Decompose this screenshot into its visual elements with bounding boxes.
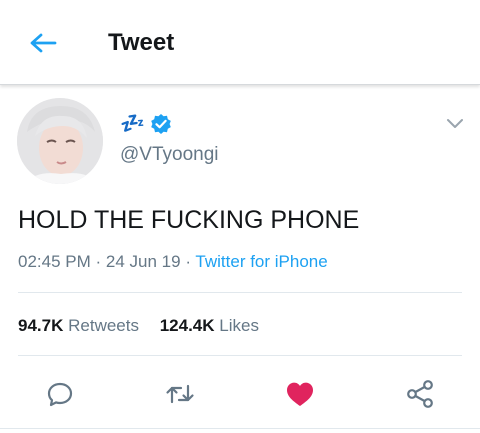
retweets-stat[interactable]: 94.7K Retweets xyxy=(18,315,139,337)
like-icon xyxy=(287,382,313,406)
likes-stat[interactable]: 124.4K Likes xyxy=(160,315,259,337)
retweets-count: 94.7K xyxy=(18,316,64,335)
tweet-text: HOLD THE FUCKING PHONE xyxy=(18,206,360,234)
arrow-left-icon xyxy=(30,33,57,53)
likes-count: 124.4K xyxy=(159,316,215,335)
profile-photo xyxy=(17,98,103,184)
display-name: 💤 xyxy=(120,113,145,135)
chevron-down-icon xyxy=(447,119,463,128)
tweet-source-link[interactable]: Twitter for iPhone xyxy=(195,252,327,271)
retweet-icon xyxy=(166,384,194,404)
top-bar: Tweet xyxy=(0,0,480,85)
divider xyxy=(0,428,480,429)
meta-separator: · xyxy=(185,252,191,271)
divider xyxy=(18,355,462,356)
share-button[interactable] xyxy=(405,379,435,409)
tweet-meta: 02:45 PM · 24 Jun 19 · Twitter for iPhon… xyxy=(18,251,328,273)
retweets-label: Retweets xyxy=(68,316,139,335)
share-icon xyxy=(407,380,433,408)
retweet-button[interactable] xyxy=(165,379,195,409)
likes-label: Likes xyxy=(219,316,259,335)
divider xyxy=(18,292,462,293)
page-title: Tweet xyxy=(108,29,175,56)
like-button[interactable] xyxy=(285,379,315,409)
meta-separator: · xyxy=(95,252,102,271)
display-name-row: 💤 xyxy=(120,112,172,136)
tweet-date: 24 Jun 19 xyxy=(105,252,181,271)
more-options-button[interactable] xyxy=(444,112,466,134)
back-button[interactable] xyxy=(28,28,58,58)
reply-icon xyxy=(47,382,73,407)
tweet-time: 02:45 PM xyxy=(18,252,91,271)
tweet-stats: 94.7K Retweets 124.4K Likes xyxy=(18,315,259,337)
tweet-actions xyxy=(0,373,480,413)
user-handle[interactable]: @VTyoongi xyxy=(120,143,219,167)
avatar[interactable] xyxy=(17,98,103,184)
reply-button[interactable] xyxy=(45,379,75,409)
verified-badge-icon xyxy=(150,113,172,135)
